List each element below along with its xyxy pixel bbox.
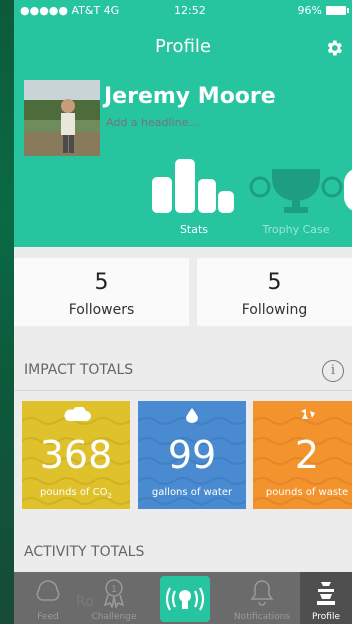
status-time: 12:52	[174, 4, 206, 17]
divider	[14, 390, 352, 391]
info-icon[interactable]: i	[322, 360, 344, 382]
following-label: Following	[241, 302, 308, 318]
tab-stats-label: Stats	[179, 223, 209, 236]
waste-value: 2	[294, 433, 320, 477]
tab-notifications[interactable]: Notifications	[228, 572, 296, 624]
tab-trophy-label: Trophy Case	[262, 223, 330, 236]
status-carrier: ●●●●● AT&T 4G	[20, 4, 120, 17]
waste-label: pounds of waste	[265, 487, 349, 498]
bottom-tab-bar: Feed 1 Challenge Notifications Profile	[14, 572, 352, 624]
impact-tile-water[interactable]: 99 gallons of water	[138, 401, 246, 509]
followers-label: Followers	[68, 302, 135, 318]
follow-stats: 5 Followers 5 Following	[14, 258, 352, 326]
profile-icon	[317, 582, 335, 605]
avatar[interactable]	[24, 80, 100, 156]
challenge-icon: 1	[103, 579, 125, 608]
tab-bar-overlay-text: Ro	[76, 594, 94, 610]
recycle-icon	[301, 409, 315, 419]
tab-trophy-case[interactable]: Trophy Case	[248, 155, 344, 240]
profile-screen: ●●●●● AT&T 4G 12:52 96% Profile Jeremy M…	[14, 0, 352, 624]
co2-value: 368	[39, 433, 113, 477]
headline-input[interactable]	[106, 116, 286, 129]
co2-subscript: 2	[107, 492, 113, 500]
tab-next-indicator[interactable]	[344, 168, 352, 212]
water-label: gallons of water	[151, 487, 233, 498]
tab-profile[interactable]: Profile	[300, 572, 352, 624]
svg-text:1: 1	[111, 585, 117, 595]
following-count: 5	[267, 270, 282, 295]
bar-chart-icon	[152, 159, 234, 213]
tab-center-action[interactable]	[160, 576, 210, 622]
impact-totals-title: IMPACT TOTALS	[24, 362, 134, 378]
impact-tile-co2[interactable]: 368 pounds of CO2	[22, 401, 130, 509]
profile-header: ●●●●● AT&T 4G 12:52 96% Profile Jeremy M…	[14, 0, 352, 247]
page-title: Profile	[155, 36, 211, 57]
impact-totals-header: IMPACT TOTALS i	[14, 350, 352, 390]
center-action-icon	[165, 587, 205, 611]
feed-icon	[36, 580, 60, 601]
activity-totals-header: ACTIVITY TOTALS	[14, 532, 352, 572]
following-card[interactable]: 5 Following	[197, 258, 352, 326]
followers-count: 5	[94, 270, 109, 295]
co2-label: pounds of CO2	[39, 487, 113, 500]
cloud-icon	[64, 407, 91, 421]
user-name: Jeremy Moore	[104, 84, 276, 109]
trophy-icon	[249, 169, 343, 213]
tab-feed-label: Feed	[37, 612, 59, 622]
water-drop-icon	[186, 408, 198, 423]
tab-profile-label: Profile	[312, 612, 340, 622]
water-value: 99	[167, 433, 217, 477]
activity-totals-title: ACTIVITY TOTALS	[24, 544, 145, 560]
gear-icon[interactable]	[324, 38, 344, 58]
tab-notifications-label: Notifications	[233, 612, 291, 622]
impact-tile-waste[interactable]: 2 pounds of waste	[253, 401, 352, 509]
tab-stats[interactable]: Stats	[144, 155, 244, 240]
status-bar: ●●●●● AT&T 4G 12:52 96%	[14, 0, 352, 20]
tab-feed[interactable]: Feed	[14, 572, 82, 624]
battery-icon	[326, 6, 349, 15]
status-battery-level: 96%	[297, 4, 322, 17]
tab-challenge-label: Challenge	[91, 612, 137, 622]
bell-icon	[250, 580, 274, 606]
followers-card[interactable]: 5 Followers	[14, 258, 189, 326]
